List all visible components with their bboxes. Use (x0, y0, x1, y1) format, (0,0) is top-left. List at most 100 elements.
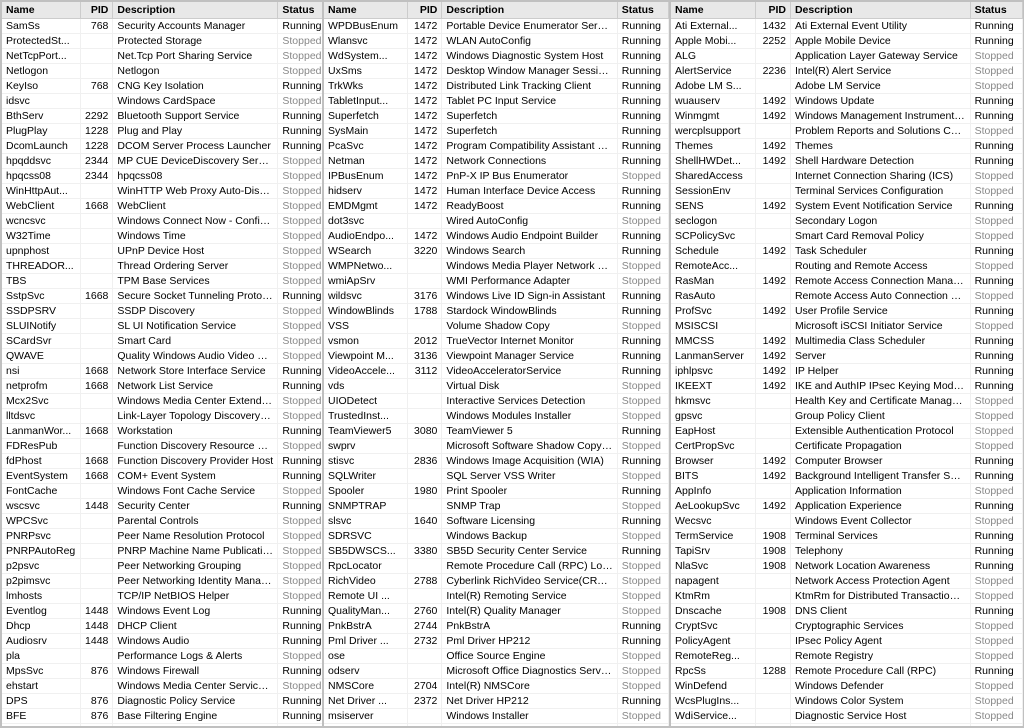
table-row[interactable]: Ati External...1432Ati External Event Ut… (671, 19, 1023, 34)
table-row[interactable]: THREADOR...Thread Ordering ServerStopped (2, 259, 322, 274)
table-row[interactable]: WdiService...Diagnostic Service HostStop… (671, 709, 1023, 724)
table-row[interactable]: TrkWks1472Distributed Link Tracking Clie… (324, 79, 669, 94)
table-row[interactable]: SamSs768Security Accounts ManagerRunning (2, 19, 322, 34)
table-row[interactable]: Winmgmt1492Windows Management Instrument… (671, 109, 1023, 124)
table-row[interactable]: WSearch3220Windows SearchRunning (324, 244, 669, 259)
table-row[interactable]: RemoteReg...Remote RegistryStopped (671, 649, 1023, 664)
table-row[interactable]: dot3svcWired AutoConfigStopped (324, 214, 669, 229)
table-row[interactable]: EMDMgmt1472ReadyBoostRunning (324, 199, 669, 214)
table-row[interactable]: WinHttpAut...WinHTTP Web Proxy Auto-Disc… (2, 184, 322, 199)
table-row[interactable]: WebClient1668WebClientStopped (2, 199, 322, 214)
table-row[interactable]: ALGApplication Layer Gateway ServiceStop… (671, 49, 1023, 64)
table-row[interactable]: Pml Driver ...2732Pml Driver HP212Runnin… (324, 634, 669, 649)
table-row[interactable]: SCardSvrSmart CardStopped (2, 334, 322, 349)
table-row[interactable]: AppInfoApplication InformationStopped (671, 484, 1023, 499)
table-row[interactable]: hpqcss082344hpqcss08Stopped (2, 169, 322, 184)
table-row[interactable]: odservMicrosoft Office Diagnostics Servi… (324, 664, 669, 679)
table-row[interactable]: wercplsupportProblem Reports and Solutio… (671, 124, 1023, 139)
table-row[interactable]: UxSms1472Desktop Window Manager Session … (324, 64, 669, 79)
table-row[interactable]: Spooler1980Print SpoolerRunning (324, 484, 669, 499)
table-row[interactable]: wdfsvc1472Windows Driver Foundation - Us… (2, 724, 322, 727)
table-row[interactable]: WerSvc3156Windows Error Reporting Servic… (671, 724, 1023, 727)
table-row[interactable]: p2psvcPeer Networking GroupingStopped (2, 559, 322, 574)
table-row[interactable]: msiserverWindows InstallerStopped (324, 709, 669, 724)
table-row[interactable]: SSDPSRVSSDP DiscoveryStopped (2, 304, 322, 319)
table-row[interactable]: UIODetectInteractive Services DetectionS… (324, 394, 669, 409)
table-row[interactable]: Dhcp1448DHCP ClientRunning (2, 619, 322, 634)
table-row[interactable]: Remote UI ...Intel(R) Remoting ServiceSt… (324, 589, 669, 604)
table-row[interactable]: FDResPubFunction Discovery Resource Publ… (2, 439, 322, 454)
table-row[interactable]: KeyIso768CNG Key IsolationRunning (2, 79, 322, 94)
table-row[interactable]: TBSTPM Base ServicesStopped (2, 274, 322, 289)
table-row[interactable]: ShellHWDet...1492Shell Hardware Detectio… (671, 154, 1023, 169)
table-row[interactable]: RpcSs1288Remote Procedure Call (RPC)Runn… (671, 664, 1023, 679)
table-row[interactable]: SDRSVCWindows BackupStopped (324, 529, 669, 544)
table-row[interactable]: PlugPlay1228Plug and PlayRunning (2, 124, 322, 139)
table-row[interactable]: SharedAccessInternet Connection Sharing … (671, 169, 1023, 184)
table-row[interactable]: upnphostUPnP Device HostStopped (2, 244, 322, 259)
table-row[interactable]: Mcx2SvcWindows Media Center Extender Ser… (2, 394, 322, 409)
table-row[interactable]: gpsvcGroup Policy ClientStopped (671, 409, 1023, 424)
table-row[interactable]: swprvMicrosoft Software Shadow Copy Prov… (324, 439, 669, 454)
table-row[interactable]: MpsSvc876Windows FirewallRunning (2, 664, 322, 679)
table-row[interactable]: Audiosrv1448Windows AudioRunning (2, 634, 322, 649)
table-row[interactable]: LanmanServer1492ServerRunning (671, 349, 1023, 364)
table-row[interactable]: KtmRmKtmRm for Distributed Transaction C… (671, 589, 1023, 604)
table-row[interactable]: seclogonSecondary LogonStopped (671, 214, 1023, 229)
table-row[interactable]: MSDTCDistributed Transaction Coordinator… (324, 724, 669, 727)
table-row[interactable]: TabletInput...1472Tablet PC Input Servic… (324, 94, 669, 109)
table-row[interactable]: hkmsvcHealth Key and Certificate Managem… (671, 394, 1023, 409)
table-row[interactable]: vdsVirtual DiskStopped (324, 379, 669, 394)
table-row[interactable]: TapiSrv1908TelephonyRunning (671, 544, 1023, 559)
table-row[interactable]: vsmon2012TrueVector Internet MonitorRunn… (324, 334, 669, 349)
table-row[interactable]: LanmanWor...1668WorkstationRunning (2, 424, 322, 439)
table-row[interactable]: Apple Mobi...2252Apple Mobile DeviceRunn… (671, 34, 1023, 49)
table-row[interactable]: NMSCore2704Intel(R) NMSCoreStopped (324, 679, 669, 694)
table-row[interactable]: netprofm1668Network List ServiceRunning (2, 379, 322, 394)
table-row[interactable]: ProtectedSt...Protected StorageStopped (2, 34, 322, 49)
table-row[interactable]: TrustedInst...Windows Modules InstallerS… (324, 409, 669, 424)
table-row[interactable]: CryptSvcCryptographic ServicesStopped (671, 619, 1023, 634)
table-row[interactable]: QWAVEQuality Windows Audio Video Experie… (2, 349, 322, 364)
table-row[interactable]: EapHostExtensible Authentication Protoco… (671, 424, 1023, 439)
table-row[interactable]: Themes1492ThemesRunning (671, 139, 1023, 154)
table-row[interactable]: wildsvc3176Windows Live ID Sign-in Assis… (324, 289, 669, 304)
table-row[interactable]: AeLookupSvc1492Application ExperienceRun… (671, 499, 1023, 514)
table-row[interactable]: AudioEndpo...1472Windows Audio Endpoint … (324, 229, 669, 244)
table-wrapper-3[interactable]: Name PID Description Status Ati External… (671, 2, 1023, 726)
table-row[interactable]: lltdsvcLink-Layer Topology Discovery Map… (2, 409, 322, 424)
table-row[interactable]: WPCSvcParental ControlsStopped (2, 514, 322, 529)
table-row[interactable]: Eventlog1448Windows Event LogRunning (2, 604, 322, 619)
table-row[interactable]: QualityMan...2760Intel(R) Quality Manage… (324, 604, 669, 619)
table-wrapper-2[interactable]: Name PID Description Status WPDBusEnum14… (324, 2, 669, 726)
table-row[interactable]: hpqddsvc2344MP CUE DeviceDiscovery Servi… (2, 154, 322, 169)
table-row[interactable]: wuauserv1492Windows UpdateRunning (671, 94, 1023, 109)
table-row[interactable]: lmhostsTCP/IP NetBIOS HelperStopped (2, 589, 322, 604)
table-row[interactable]: WinDefendWindows DefenderStopped (671, 679, 1023, 694)
table-row[interactable]: SNMPTRAPSNMP TrapStopped (324, 499, 669, 514)
table-row[interactable]: Adobe LM S...Adobe LM ServiceStopped (671, 79, 1023, 94)
table-row[interactable]: iphlpsvc1492IP HelperRunning (671, 364, 1023, 379)
table-row[interactable]: PnkBstrA2744PnkBstrARunning (324, 619, 669, 634)
table-row[interactable]: slsvc1640Software LicensingRunning (324, 514, 669, 529)
table-row[interactable]: RasMan1492Remote Access Connection Manag… (671, 274, 1023, 289)
table-row[interactable]: plaPerformance Logs & AlertsStopped (2, 649, 322, 664)
table-row[interactable]: oseOffice Source EngineStopped (324, 649, 669, 664)
table-row[interactable]: ProfSvc1492User Profile ServiceRunning (671, 304, 1023, 319)
table-row[interactable]: WPDBusEnum1472Portable Device Enumerator… (324, 19, 669, 34)
table-row[interactable]: SLUINotifySL UI Notification ServiceStop… (2, 319, 322, 334)
table-wrapper-1[interactable]: Name PID Description Status SamSs768Secu… (2, 2, 322, 726)
table-row[interactable]: Browser1492Computer BrowserRunning (671, 454, 1023, 469)
table-row[interactable]: WdSystem...1472Windows Diagnostic System… (324, 49, 669, 64)
table-row[interactable]: VideoAccele...3112VideoAcceleratorServic… (324, 364, 669, 379)
table-row[interactable]: Net Driver ...2372Net Driver HP212Runnin… (324, 694, 669, 709)
table-row[interactable]: WMPNetwo...Windows Media Player Network … (324, 259, 669, 274)
table-row[interactable]: SysMain1472SuperfetchRunning (324, 124, 669, 139)
table-row[interactable]: fdPhost1668Function Discovery Provider H… (2, 454, 322, 469)
table-row[interactable]: idsvcWindows CardSpaceStopped (2, 94, 322, 109)
table-row[interactable]: Schedule1492Task SchedulerRunning (671, 244, 1023, 259)
table-row[interactable]: wmiApSrvWMI Performance AdapterStopped (324, 274, 669, 289)
table-row[interactable]: wcncsvcWindows Connect Now - Config Regi… (2, 214, 322, 229)
table-row[interactable]: SB5DWSCS...3380SB5D Security Center Serv… (324, 544, 669, 559)
table-row[interactable]: SENS1492System Event Notification Servic… (671, 199, 1023, 214)
